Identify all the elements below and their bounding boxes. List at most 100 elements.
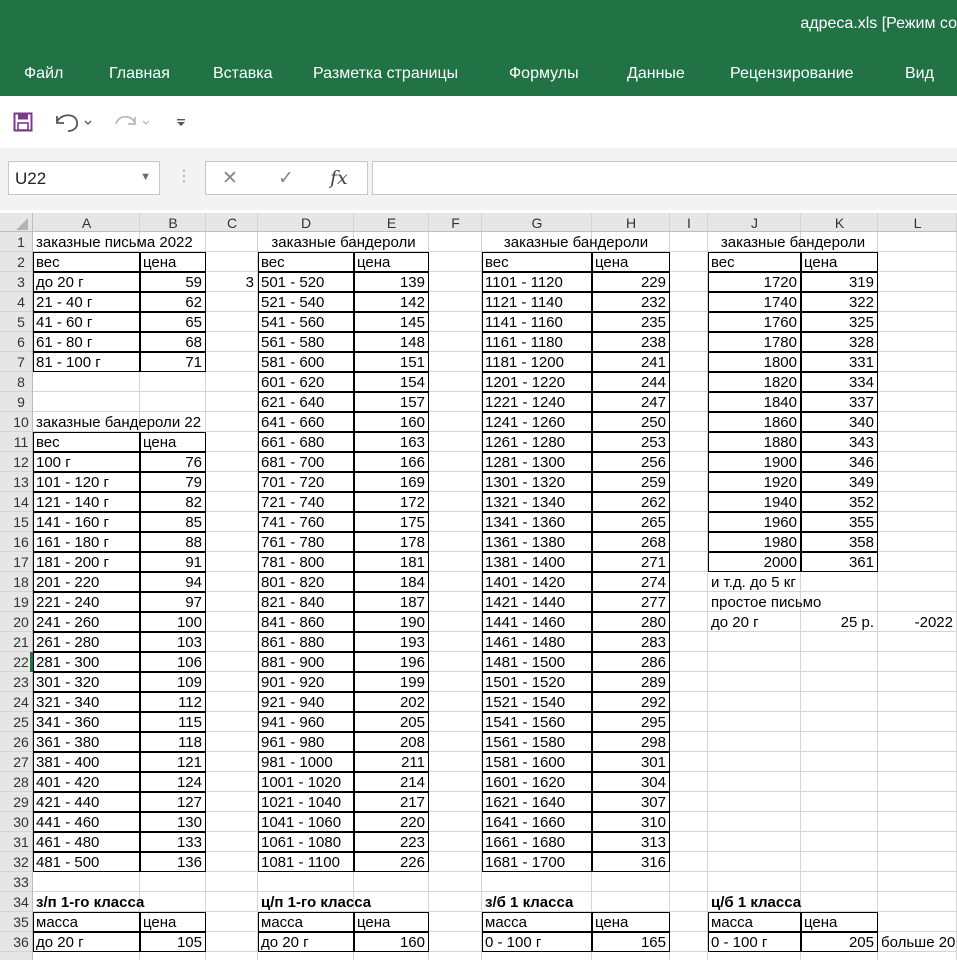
tab-home[interactable]: Главная (109, 65, 170, 83)
cell-k35[interactable]: цена (804, 914, 838, 931)
cell-e25[interactable]: 205 (400, 714, 425, 731)
column-header-l[interactable]: L (914, 215, 922, 231)
cell-g12[interactable]: 1281 - 1300 (485, 454, 565, 471)
cell-h21[interactable]: 283 (641, 634, 666, 651)
cell-j18[interactable]: и т.д. до 5 кг (711, 574, 796, 591)
row-header-10[interactable]: 10 (13, 414, 29, 430)
row-header-5[interactable]: 5 (17, 314, 25, 330)
insert-function-icon[interactable]: fx (330, 167, 348, 189)
cell-a12[interactable]: 100 г (36, 454, 71, 471)
cell-h8[interactable]: 244 (641, 374, 666, 391)
cell-b24[interactable]: 112 (178, 694, 202, 711)
cell-a36[interactable]: до 20 г (36, 934, 84, 951)
row-header-34[interactable]: 34 (13, 894, 29, 910)
cell-d24[interactable]: 921 - 940 (261, 694, 324, 711)
row-header-7[interactable]: 7 (17, 354, 25, 370)
cell-b13[interactable]: 79 (185, 474, 202, 491)
cell-e11[interactable]: 163 (400, 434, 425, 451)
cell-a32[interactable]: 481 - 500 (36, 854, 99, 871)
chevron-down-icon[interactable]: ▼ (140, 171, 151, 183)
cell-d17[interactable]: 781 - 800 (261, 554, 324, 571)
cell-a5[interactable]: 41 - 60 г (36, 314, 93, 331)
cell-b32[interactable]: 136 (177, 854, 202, 871)
cell-d4[interactable]: 521 - 540 (261, 294, 324, 311)
row-header-25[interactable]: 25 (13, 714, 29, 730)
cell-e10[interactable]: 160 (400, 414, 425, 431)
cell-d27[interactable]: 981 - 1000 (261, 754, 333, 771)
cell-a24[interactable]: 321 - 340 (36, 694, 99, 711)
cell-g18[interactable]: 1401 - 1420 (485, 574, 565, 591)
cell-b35[interactable]: цена (143, 914, 177, 931)
cell-h20[interactable]: 280 (641, 614, 666, 631)
cell-e16[interactable]: 178 (400, 534, 425, 551)
cell-c3[interactable]: 3 (246, 274, 254, 291)
cell-k20[interactable]: 25 р. (841, 614, 874, 631)
cell-k16[interactable]: 358 (849, 534, 874, 551)
tab-review[interactable]: Рецензирование (730, 65, 854, 83)
cell-d29[interactable]: 1021 - 1040 (261, 794, 341, 811)
cell-b18[interactable]: 94 (185, 574, 202, 591)
cell-j8[interactable]: 1820 (764, 374, 797, 391)
cell-j35[interactable]: масса (711, 914, 754, 931)
cell-b22[interactable]: 106 (177, 654, 202, 671)
cell-a7[interactable]: 81 - 100 г (36, 354, 101, 371)
cell-h31[interactable]: 313 (641, 834, 666, 851)
cell-d13[interactable]: 701 - 720 (261, 474, 324, 491)
cell-a26[interactable]: 361 - 380 (36, 734, 99, 751)
cell-e5[interactable]: 145 (400, 314, 425, 331)
cell-g23[interactable]: 1501 - 1520 (485, 674, 565, 691)
cell-k15[interactable]: 355 (849, 514, 874, 531)
row-header-6[interactable]: 6 (17, 334, 25, 350)
cell-e21[interactable]: 193 (400, 634, 425, 651)
customize-qat-icon[interactable] (172, 108, 190, 136)
cell-h36[interactable]: 165 (641, 934, 666, 951)
cell-g22[interactable]: 1481 - 1500 (485, 654, 565, 671)
cell-a17[interactable]: 181 - 200 г (36, 554, 110, 571)
cell-a19[interactable]: 221 - 240 (36, 594, 99, 611)
name-box[interactable]: U22 ▼ (8, 161, 160, 195)
cell-k12[interactable]: 346 (849, 454, 874, 471)
column-header-j[interactable]: J (751, 215, 758, 231)
cell-e6[interactable]: 148 (400, 334, 425, 351)
cell-g30[interactable]: 1641 - 1660 (485, 814, 565, 831)
cell-d23[interactable]: 901 - 920 (261, 674, 324, 691)
cell-g5[interactable]: 1141 - 1160 (485, 314, 563, 331)
row-header-13[interactable]: 13 (13, 474, 29, 490)
row-header-19[interactable]: 19 (13, 594, 29, 610)
tab-data[interactable]: Данные (627, 65, 685, 83)
row-header-23[interactable]: 23 (13, 674, 29, 690)
column-header-a[interactable]: A (82, 215, 92, 231)
cell-d22[interactable]: 881 - 900 (261, 654, 324, 671)
cell-a28[interactable]: 401 - 420 (36, 774, 99, 791)
cell-g25[interactable]: 1541 - 1560 (485, 714, 565, 731)
cell-e8[interactable]: 154 (400, 374, 425, 391)
cell-k13[interactable]: 349 (849, 474, 874, 491)
cell-j20[interactable]: до 20 г (711, 614, 759, 631)
cell-a14[interactable]: 121 - 140 г (36, 494, 110, 511)
cell-e7[interactable]: 151 (400, 354, 425, 371)
cell-d20[interactable]: 841 - 860 (261, 614, 324, 631)
cell-h4[interactable]: 232 (641, 294, 666, 311)
cell-h6[interactable]: 238 (641, 334, 666, 351)
cell-d26[interactable]: 961 - 980 (261, 734, 324, 751)
cell-k17[interactable]: 361 (849, 554, 874, 571)
cell-h24[interactable]: 292 (641, 694, 666, 711)
cell-e32[interactable]: 226 (400, 854, 425, 871)
row-header-32[interactable]: 32 (13, 854, 29, 870)
cell-e19[interactable]: 187 (400, 594, 425, 611)
row-header-21[interactable]: 21 (13, 634, 29, 650)
row-header-9[interactable]: 9 (17, 394, 25, 410)
cell-d30[interactable]: 1041 - 1060 (261, 814, 341, 831)
cell-b6[interactable]: 68 (185, 334, 202, 351)
row-header-24[interactable]: 24 (13, 694, 29, 710)
cell-e26[interactable]: 208 (400, 734, 425, 751)
cell-j17[interactable]: 2000 (764, 554, 797, 571)
cell-g34[interactable]: з/б 1 класса (485, 894, 574, 911)
column-header-k[interactable]: K (835, 215, 845, 231)
cell-g2[interactable]: вес (485, 254, 509, 271)
cell-g6[interactable]: 1161 - 1180 (485, 334, 563, 351)
splitter-icon[interactable]: ⋮ (176, 166, 192, 186)
row-header-26[interactable]: 26 (13, 734, 29, 750)
cell-d21[interactable]: 861 - 880 (261, 634, 324, 651)
cell-a35[interactable]: масса (36, 914, 79, 931)
